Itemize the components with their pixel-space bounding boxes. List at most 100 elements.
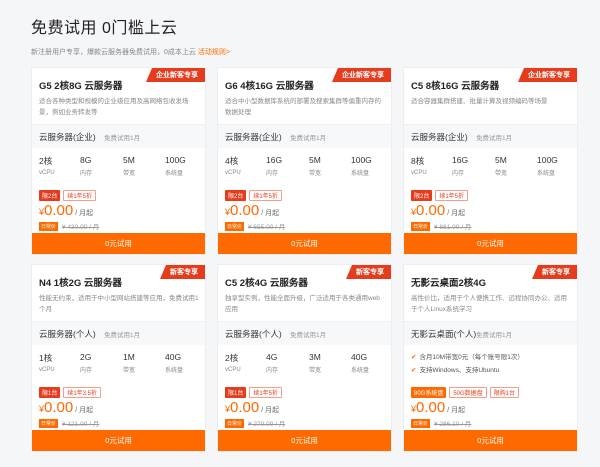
spec-memory: 16G 内存 <box>266 155 282 177</box>
free-trial-button[interactable]: 0元试用 <box>218 430 391 451</box>
card-description: 性能无约束，适用于中小型网站搭建等应用，免费试用1个月 <box>39 295 199 313</box>
original-price-tag: 日常价 <box>39 221 59 231</box>
product-card: 企业新客专享 G5 2核8G 云服务器 适合各种类型和规模的企业级应用及高网络包… <box>31 67 206 255</box>
spec-value: 40G <box>351 352 368 362</box>
card-title[interactable]: C5 2核4G 云服务器 <box>225 275 308 289</box>
spec-label: 内存 <box>452 171 465 177</box>
original-price-line: 日常价 ¥ 881.00 / 月 <box>411 221 471 231</box>
limit-tag: 限2台 <box>39 190 61 201</box>
rules-link[interactable]: 活动规则> <box>198 49 230 56</box>
trial-duration: 免费试用1月 <box>290 135 327 142</box>
spec-bandwidth: 1M 带宽 <box>123 352 135 374</box>
spec-memory: 2G 内存 <box>80 352 92 374</box>
card-description: 适合容器集群搭建、批量计算及视频编码等场景 <box>411 98 548 105</box>
tag-list: 80G系统盘 50G数据盘 限购1台 <box>411 387 520 398</box>
spec-disk: 100G 系统盘 <box>537 155 558 177</box>
spec-list: 2核 vCPU 8G 内存 5M 带宽 100G 系统盘 <box>39 155 198 177</box>
feature-list: ✔ 含月10M带宽0元（每个账号限1次） ✔ 支持Windows、支持Ubuntu <box>411 351 524 377</box>
tag-list: 限2台 续1年5折 <box>411 190 469 201</box>
original-price: ¥ 270.00 / 月 <box>248 421 286 428</box>
spec-label: 带宽 <box>123 171 136 177</box>
card-title[interactable]: N4 1核2G 云服务器 <box>39 275 122 289</box>
spec-label: 内存 <box>80 368 93 374</box>
card-title[interactable]: G5 2核8G 云服务器 <box>39 78 122 92</box>
spec-value: 5M <box>123 155 135 165</box>
original-price-line: 日常价 ¥ 430.00 / 月 <box>39 221 99 231</box>
card-title[interactable]: G6 4核16G 云服务器 <box>225 78 314 92</box>
promo-ribbon: 企业新客专享 <box>332 68 391 82</box>
card-title[interactable]: C5 8核16G 云服务器 <box>411 78 499 92</box>
card-description: 适合各种类型和规模的企业级应用及高网络包收发场景，例如业务转发等 <box>39 98 189 116</box>
price-unit: / 月起 <box>447 210 466 217</box>
price-unit: / 月起 <box>261 210 280 217</box>
trial-duration: 免费试用1月 <box>104 135 141 142</box>
original-price-tag: 日常价 <box>39 418 59 428</box>
feature-text: 支持Windows、支持Ubuntu <box>419 367 500 374</box>
product-card: 企业新客专享 C5 8核16G 云服务器 适合容器集群搭建、批量计算及视频编码等… <box>403 67 578 255</box>
original-price-tag: 日常价 <box>225 221 245 231</box>
original-price-tag: 日常价 <box>411 221 431 231</box>
promo-ribbon: 新客专享 <box>346 265 391 279</box>
promo-ribbon: 企业新客专享 <box>146 68 205 82</box>
card-title[interactable]: 无影云桌面2核4G <box>411 275 486 289</box>
free-trial-button[interactable]: 0元试用 <box>404 430 577 451</box>
product-card: 新客专享 无影云桌面2核4G 高性价比，适用于个人便携工作、远程协同办公、适用于… <box>403 264 578 452</box>
spec-label: vCPU <box>39 170 55 176</box>
spec-disk: 100G 系统盘 <box>165 155 186 177</box>
renewal-tag: 续1年5折 <box>249 387 283 398</box>
spec-label: 系统盘 <box>165 368 184 374</box>
page-header: 免费试用 0门槛上云 新注册用户专享，爆款云服务器免费试用，0成本上云 活动规则… <box>31 14 230 57</box>
limit-tag: 限2台 <box>411 190 433 201</box>
spec-value: 100G <box>537 155 558 165</box>
price-amount: 0.00 <box>230 399 260 416</box>
config-name: 云服务器(企业) <box>411 132 468 142</box>
spec-value: 8核 <box>411 156 425 166</box>
renewal-tag: 续1年5折 <box>63 190 97 201</box>
spec-label: vCPU <box>411 170 427 176</box>
free-trial-button[interactable]: 0元试用 <box>32 233 205 254</box>
spec-vcpu: 8核 vCPU <box>411 155 427 176</box>
check-icon: ✔ <box>411 354 417 361</box>
free-trial-button[interactable]: 0元试用 <box>404 233 577 254</box>
spec-value: 8G <box>80 155 92 165</box>
original-price: ¥ 881.00 / 月 <box>434 224 472 231</box>
price: ¥0.00/ 月起 <box>39 399 93 417</box>
spec-label: 系统盘 <box>537 171 556 177</box>
renewal-tag: 续1年3.5折 <box>63 387 102 398</box>
spec-list: 2核 vCPU 4G 内存 3M 带宽 40G 系统盘 <box>225 352 384 374</box>
original-price-line: 日常价 ¥ 655.00 / 月 <box>225 221 285 231</box>
spec-value: 5M <box>309 155 321 165</box>
card-description: 独享型实例，性能全面升级，广泛适用于各类通用web应用 <box>225 295 380 313</box>
config-name: 无影云桌面(个人) <box>411 329 477 339</box>
spec-value: 1M <box>123 352 135 362</box>
spec-value: 5M <box>495 155 507 165</box>
limit-tag: 限1台 <box>39 387 61 398</box>
spec-label: 内存 <box>80 171 93 177</box>
promo-ribbon: 新客专享 <box>532 265 577 279</box>
original-price-line: 日常价 ¥ 286.10 / 月 <box>411 418 471 428</box>
config-name: 云服务器(企业) <box>225 132 282 142</box>
spec-vcpu: 2核 vCPU <box>39 155 55 176</box>
product-grid: 企业新客专享 G5 2核8G 云服务器 适合各种类型和规模的企业级应用及高网络包… <box>31 67 578 452</box>
price-unit: / 月起 <box>75 407 94 414</box>
price-unit: / 月起 <box>261 407 280 414</box>
spec-memory: 4G 内存 <box>266 352 278 374</box>
original-price-tag: 日常价 <box>411 418 431 428</box>
free-trial-button[interactable]: 0元试用 <box>218 233 391 254</box>
tag-list: 限1台 续1年5折 <box>225 387 283 398</box>
spec-list: 4核 vCPU 16G 内存 5M 带宽 100G 系统盘 <box>225 155 384 177</box>
spec-label: vCPU <box>39 367 55 373</box>
spec-value: 100G <box>351 155 372 165</box>
page-subtitle: 新注册用户专享，爆款云服务器免费试用，0成本上云 活动规则> <box>31 47 230 57</box>
free-trial-button[interactable]: 0元试用 <box>32 430 205 451</box>
trial-duration: 免费试用1月 <box>104 332 141 339</box>
product-card: 新客专享 C5 2核4G 云服务器 独享型实例，性能全面升级，广泛适用于各类通用… <box>217 264 392 452</box>
check-icon: ✔ <box>411 367 417 374</box>
data-disk-tag: 50G数据盘 <box>449 387 487 398</box>
spec-vcpu: 1核 vCPU <box>39 352 55 373</box>
spec-label: 系统盘 <box>351 171 370 177</box>
spec-label: 带宽 <box>309 171 322 177</box>
original-price: ¥ 286.10 / 月 <box>434 421 472 428</box>
price: ¥0.00/ 月起 <box>39 202 93 220</box>
original-price-tag: 日常价 <box>225 418 245 428</box>
